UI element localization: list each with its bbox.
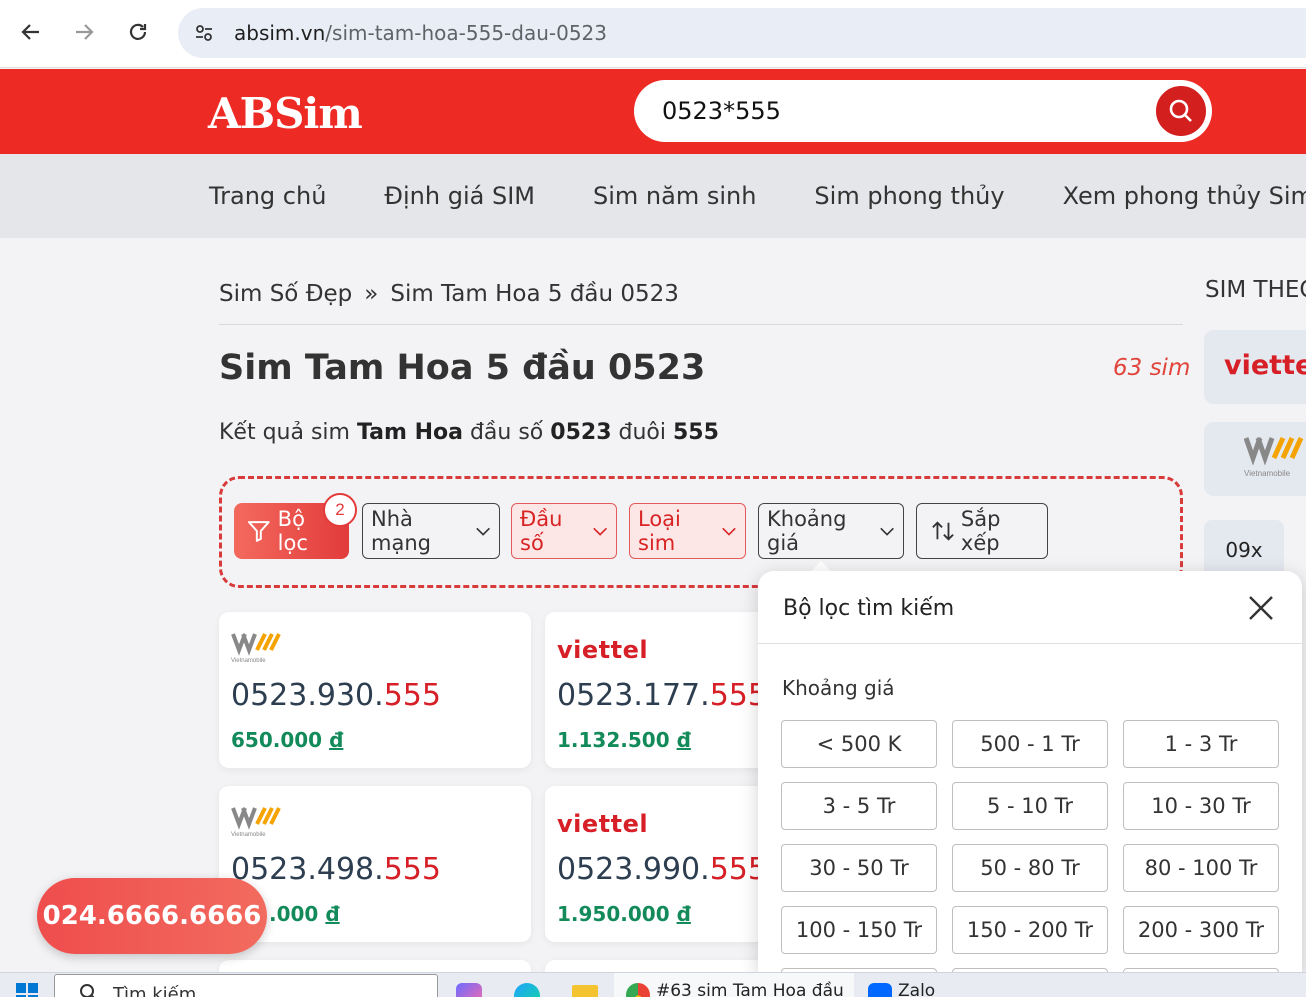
site-info-icon[interactable] [182, 11, 226, 55]
site-header: ABSim [0, 69, 1306, 154]
price-range-option[interactable]: 10 - 30 Tr [1123, 782, 1279, 830]
network-dropdown[interactable]: Nhà mạng [362, 503, 500, 559]
breadcrumb: Sim Số Đẹp» Sim Tam Hoa 5 đầu 0523 [219, 281, 679, 307]
back-button[interactable] [15, 16, 47, 48]
svg-text:Vietnamobile: Vietnamobile [231, 832, 266, 838]
main-menu: Trang chủ Định giá SIM Sim năm sinh Sim … [0, 154, 1306, 238]
price-range-option[interactable]: 100 - 150 Tr [781, 906, 937, 954]
svg-text:Vietnamobile: Vietnamobile [231, 658, 266, 664]
page-title: Sim Tam Hoa 5 đầu 0523 [219, 348, 706, 388]
search-box [634, 80, 1212, 142]
menu-item-home[interactable]: Trang chủ [209, 182, 326, 210]
absim-logo[interactable]: ABSim [208, 89, 363, 138]
price-range-option[interactable]: 50 - 80 Tr [952, 844, 1108, 892]
sim-type-dropdown[interactable]: Loại sim [629, 503, 746, 559]
popup-section-title: Khoảng giá [782, 676, 895, 700]
sim-count: 63 sim [1113, 355, 1191, 381]
close-button[interactable] [1244, 591, 1278, 625]
price-range-dropdown[interactable]: Khoảng giá [758, 503, 904, 559]
breadcrumb-home[interactable]: Sim Số Đẹp [219, 281, 352, 307]
price-range-option[interactable]: 3 - 5 Tr [781, 782, 937, 830]
sort-arrows-icon [932, 521, 954, 541]
sim-card[interactable]: viettel 0523.177.555 1.132.500 đ [545, 612, 785, 768]
viettel-logo: viettel [557, 810, 649, 838]
sim-price: 650.000 đ [231, 728, 344, 752]
result-summary: Kết quả sim Tam Hoa đầu số 0523 đuôi 555 [219, 420, 719, 445]
search-input[interactable] [662, 94, 1142, 128]
menu-item-pricing[interactable]: Định giá SIM [384, 182, 535, 210]
vietnamobile-logo: Vietnamobile [231, 633, 281, 664]
sidebar-network-viettel[interactable]: viette [1204, 330, 1306, 404]
chevron-down-icon [476, 527, 490, 536]
back-arrow-icon [21, 24, 39, 40]
chrome-icon [626, 983, 650, 997]
url-text: absim.vn/sim-tam-hoa-555-dau-0523 [234, 21, 608, 45]
copilot-icon[interactable] [456, 983, 482, 997]
sim-number: 0523.930.555 [231, 678, 441, 713]
browser-toolbar: absim.vn/sim-tam-hoa-555-dau-0523 [0, 0, 1306, 68]
edge-icon[interactable] [514, 983, 540, 997]
taskbar: Tìm kiếm #63 sim Tam Hoa đầu Zalo [0, 972, 1306, 997]
chevron-down-icon [592, 527, 607, 536]
hotline-button[interactable]: 024.6666.6666 [37, 878, 267, 954]
popup-title: Bộ lọc tìm kiếm [783, 596, 955, 621]
sim-number: 0523.177.555 [557, 678, 767, 713]
price-range-option[interactable]: 5 - 10 Tr [952, 782, 1108, 830]
taskbar-chrome-tab[interactable]: #63 sim Tam Hoa đầu [614, 973, 854, 997]
search-button[interactable] [1154, 84, 1208, 138]
vietnamobile-logo: Vietnamobile [231, 807, 281, 838]
sim-price: 1.132.500 đ [557, 728, 691, 752]
breadcrumb-current: Sim Tam Hoa 5 đầu 0523 [390, 281, 679, 307]
filter-count-badge: 2 [323, 493, 357, 527]
taskbar-zalo-label[interactable]: Zalo [898, 981, 935, 997]
price-range-option[interactable]: 1 - 3 Tr [1123, 720, 1279, 768]
address-bar[interactable]: absim.vn/sim-tam-hoa-555-dau-0523 [178, 8, 1306, 58]
divider [758, 643, 1302, 644]
sidebar-title: SIM THEO [1205, 277, 1306, 303]
price-range-option[interactable]: 80 - 100 Tr [1123, 844, 1279, 892]
vietnamobile-logo: Vietnamobile [1244, 436, 1304, 478]
menu-item-feng-shui[interactable]: Sim phong thủy [814, 182, 1004, 210]
viettel-logo: viettel [557, 636, 649, 664]
search-icon [1169, 99, 1192, 122]
sort-button[interactable]: Sắp xếp [916, 503, 1048, 559]
sim-number: 0523.990.555 [557, 852, 767, 887]
price-range-option[interactable]: 500 - 1 Tr [952, 720, 1108, 768]
forward-button[interactable] [68, 16, 100, 48]
divider [219, 324, 1183, 325]
reload-button[interactable] [122, 16, 154, 48]
sidebar-network-vietnamobile[interactable]: Vietnamobile [1204, 422, 1306, 496]
sim-price: .000 đ [269, 902, 340, 926]
price-range-option[interactable]: 200 - 300 Tr [1123, 906, 1279, 954]
sim-card[interactable]: Vietnamobile 0523.930.555 650.000 đ [219, 612, 531, 768]
menu-item-birth-year[interactable]: Sim năm sinh [593, 182, 756, 210]
forward-arrow-icon [76, 24, 94, 40]
close-icon [1249, 596, 1273, 620]
price-range-option[interactable]: 150 - 200 Tr [952, 906, 1108, 954]
price-range-option[interactable]: < 500 K [781, 720, 937, 768]
viettel-logo: viette [1224, 350, 1306, 381]
sim-number: 0523.498.555 [231, 852, 441, 887]
sim-price: 1.950.000 đ [557, 902, 691, 926]
menu-item-feng-shui-check[interactable]: Xem phong thủy Sim [1063, 182, 1306, 210]
taskbar-search[interactable]: Tìm kiếm [54, 974, 438, 997]
sim-card[interactable]: viettel 0523.990.555 1.950.000 đ [545, 786, 785, 942]
filter-popup: Bộ lọc tìm kiếm Khoảng giá < 500 K 500 -… [758, 571, 1302, 973]
prefix-dropdown[interactable]: Đầu số [511, 503, 617, 559]
search-icon [80, 984, 95, 997]
windows-start-icon [16, 983, 38, 997]
chevron-down-icon [880, 527, 894, 536]
folder-icon[interactable] [572, 985, 598, 997]
svg-text:Vietnamobile: Vietnamobile [1244, 469, 1291, 478]
funnel-icon [247, 521, 270, 542]
chevron-down-icon [722, 527, 736, 536]
price-range-option[interactable]: 30 - 50 Tr [781, 844, 937, 892]
zalo-icon[interactable] [868, 983, 892, 997]
reload-icon [129, 23, 147, 40]
